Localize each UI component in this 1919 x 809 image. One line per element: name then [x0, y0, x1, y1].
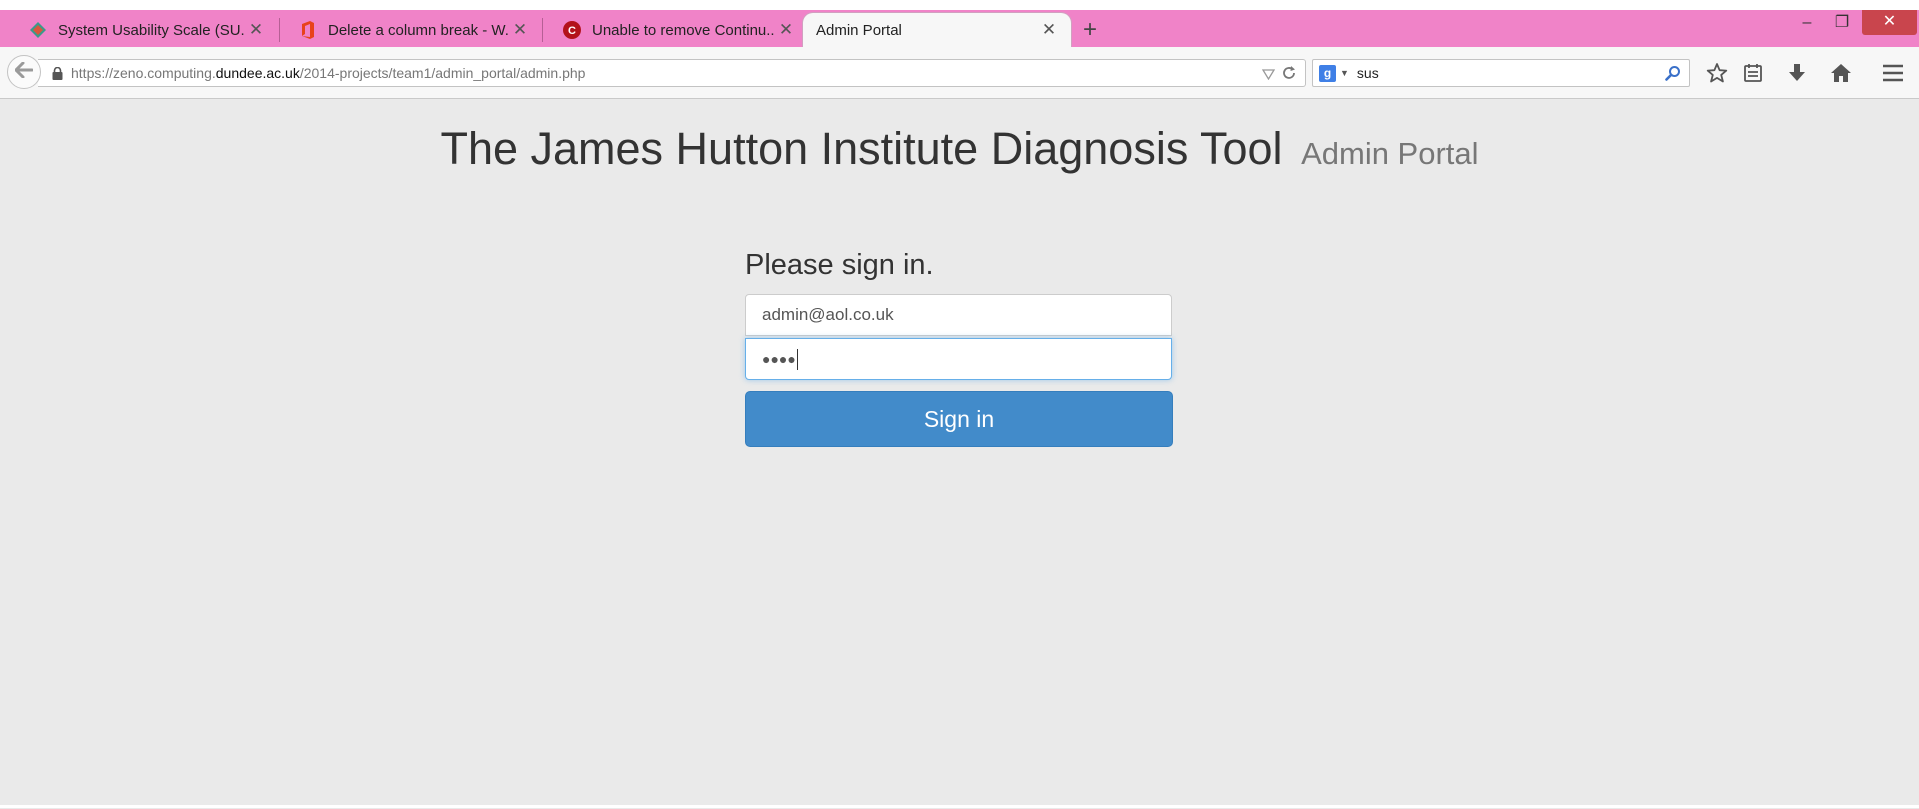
signin-heading: Please sign in.	[745, 249, 934, 281]
tab-title: Unable to remove Continu...	[592, 21, 776, 39]
tab-title: Admin Portal	[816, 21, 902, 39]
window-bottom-edge	[0, 805, 1919, 808]
url-prefix: https://zeno.computing.	[71, 65, 216, 81]
reload-icon[interactable]	[1281, 65, 1297, 84]
reading-list-icon[interactable]	[1740, 60, 1766, 86]
close-tab-icon[interactable]: ✕	[776, 20, 796, 40]
password-field[interactable]: ●●●●	[745, 338, 1172, 380]
url-path: /2014-projects/team1/admin_portal/admin.…	[299, 65, 586, 81]
close-tab-icon[interactable]: ✕	[1039, 20, 1059, 40]
address-bar[interactable]: https://zeno.computing.dundee.ac.uk/2014…	[38, 59, 1306, 87]
home-icon[interactable]	[1828, 60, 1854, 86]
tab-admin-portal[interactable]: Admin Portal ✕	[803, 13, 1071, 47]
page-title: The James Hutton Institute Diagnosis Too…	[0, 123, 1919, 175]
lock-icon[interactable]	[52, 66, 63, 80]
tab-unable-to-remove[interactable]: C Unable to remove Continu... ✕	[534, 13, 808, 47]
page-content: The James Hutton Institute Diagnosis Too…	[0, 99, 1919, 809]
bookmark-star-icon[interactable]	[1704, 60, 1730, 86]
tab-strip: System Usability Scale (SU... ✕ Delete a…	[0, 0, 1919, 47]
new-tab-button[interactable]: +	[1077, 16, 1103, 44]
back-arrow-icon	[14, 61, 34, 83]
site-c-icon: C	[562, 20, 582, 40]
usability-site-icon	[28, 20, 48, 40]
minimize-button[interactable]: –	[1787, 11, 1827, 35]
url-text: https://zeno.computing.dundee.ac.uk/2014…	[71, 65, 585, 81]
close-window-button[interactable]: ✕	[1862, 10, 1917, 35]
search-input[interactable]: sus	[1357, 65, 1379, 81]
tab-system-usability-scale[interactable]: System Usability Scale (SU... ✕	[0, 13, 278, 47]
navigation-toolbar: https://zeno.computing.dundee.ac.uk/2014…	[0, 47, 1919, 99]
maximize-button[interactable]: ❐	[1822, 11, 1862, 35]
history-dropdown-icon[interactable]	[1261, 67, 1276, 83]
page-title-subtitle: Admin Portal	[1301, 136, 1479, 171]
menu-icon[interactable]	[1880, 60, 1906, 86]
tab-title: Delete a column break - W...	[328, 21, 510, 39]
page-title-main: The James Hutton Institute Diagnosis Too…	[440, 123, 1283, 174]
password-field-value: ●●●●	[762, 351, 796, 367]
close-tab-icon[interactable]: ✕	[510, 20, 530, 40]
search-bar[interactable]: g ▼ sus	[1312, 59, 1690, 87]
google-engine-icon[interactable]: g	[1319, 64, 1336, 82]
svg-text:C: C	[568, 25, 576, 37]
email-field-value: admin@aol.co.uk	[762, 305, 894, 324]
sign-in-button[interactable]: Sign in	[745, 391, 1173, 447]
search-icon[interactable]	[1665, 65, 1681, 84]
window-top-edge	[0, 0, 1919, 10]
text-caret	[796, 348, 798, 370]
back-button[interactable]	[7, 55, 41, 89]
url-host: dundee.ac.uk	[215, 65, 300, 81]
tab-delete-column-break[interactable]: Delete a column break - W... ✕	[270, 13, 542, 47]
email-field[interactable]: admin@aol.co.uk	[745, 294, 1172, 336]
office-icon	[298, 20, 318, 40]
download-icon[interactable]	[1784, 60, 1810, 86]
engine-dropdown-icon[interactable]: ▼	[1340, 68, 1349, 78]
close-tab-icon[interactable]: ✕	[246, 20, 266, 40]
tab-title: System Usability Scale (SU...	[58, 21, 246, 39]
